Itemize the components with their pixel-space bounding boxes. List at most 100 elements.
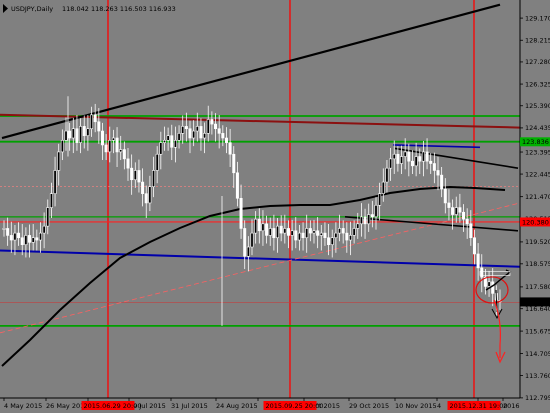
candle-body [290,230,294,236]
candle-body [443,188,447,204]
price-tick-label: 114.705 [525,350,550,358]
candle-body [24,235,28,245]
candle-body [97,121,101,132]
time-tick-label: 4 [437,402,441,410]
candle-body [491,281,495,294]
candle-body [429,160,433,164]
candle-body [254,218,258,234]
candle-body [316,230,320,236]
price-chart[interactable]: 129.170 128.215 127.280 126.325 125.390 124.4… [0,0,550,413]
candle-body [327,237,331,245]
candle-body [348,235,352,241]
candle-body [323,232,327,239]
candle-body [367,214,371,225]
candle-body [469,223,473,239]
candle-body [28,235,32,243]
candle-body [38,232,42,241]
candle-body [465,218,469,225]
candle-body [155,153,159,171]
candle-body [246,246,250,257]
candle-body [108,140,112,153]
candle-body [60,140,64,153]
candle-body [381,181,385,194]
candle-body [472,237,476,255]
candle-body [385,167,389,183]
candle-body [330,237,334,245]
time-tick-label: 24 Aug 2015 [216,402,258,410]
candle-body [418,156,422,162]
candle-body [217,128,221,134]
time-tick-label: 10 Nov 2015 [395,402,437,410]
candle-body [111,137,115,141]
candle-body [487,281,491,287]
candle-body [294,230,298,241]
price-tick-label: 112.795 [525,394,550,402]
price-tick-label: 123.395 [525,148,550,156]
price-tick-label: 127.280 [525,58,550,66]
time-highlight-label: 2015.12.31 19:00 [450,402,508,410]
candle-body [305,228,309,239]
price-tick-label: 113.760 [525,372,550,380]
candle-body [195,126,199,132]
candle-body [407,151,411,162]
candle-body [93,114,97,123]
candle-body [400,156,404,164]
candle-body [476,253,480,269]
candle-body [235,172,239,199]
price-axis: 129.170 128.215 127.280 126.325 125.390 124.4… [519,0,550,402]
price-tick-label: 119.520 [525,238,550,246]
price-tick-label: 118.575 [525,260,550,268]
candle-body [297,232,301,241]
candle-body [90,114,94,130]
candle-body [148,186,152,204]
candle-body [239,198,243,229]
candle-body [173,140,177,148]
candle-body [130,167,134,181]
price-label-text: 123.836 [522,138,549,146]
candle-body [221,133,225,139]
header-ohlc: 118.042 118.263 116.503 116.933 [62,5,176,13]
candle-body [462,211,466,220]
candle-body [440,174,444,190]
candle-body [410,160,414,167]
candle-body [57,151,61,171]
candle-body [35,237,39,241]
header: USDJPY,Daily 118.042 118.263 116.503 116… [3,4,176,13]
price-tick-label: 126.325 [525,80,550,88]
candle-body [122,149,126,160]
candle-body [214,123,218,130]
candle-body [338,228,342,234]
candle-body [272,228,276,239]
candle-body [64,130,68,141]
price-tick-label: 125.390 [525,102,550,110]
candle-body [6,228,10,236]
time-highlight-label: 2015.06.29 20:00 [84,402,142,410]
candle-body [334,232,338,239]
candle-body [166,135,170,141]
candle-body [359,216,363,225]
candle-body [432,163,436,171]
candle-body [392,153,396,160]
candle-body [177,133,181,141]
candle-body [137,170,141,183]
candle-body [276,225,280,239]
candle-body [312,230,316,234]
candle-body [115,137,119,153]
candle-body [341,228,345,234]
price-tick-label: 121.470 [525,193,550,201]
candle-body [53,170,57,194]
chart-background [0,0,520,398]
candle-body [286,228,290,236]
candle-body [458,207,462,213]
candle-body [9,235,13,241]
candle-body [184,126,188,130]
candle-body [68,130,72,139]
candle-body [119,149,123,153]
candle-body [378,193,382,206]
candle-body [170,135,174,148]
candle-body [199,126,203,139]
candle-body [86,128,90,136]
time-highlight-label: 2015.09.25 20:00 [266,402,324,410]
candle-body [2,228,6,230]
candle-body [75,128,79,143]
